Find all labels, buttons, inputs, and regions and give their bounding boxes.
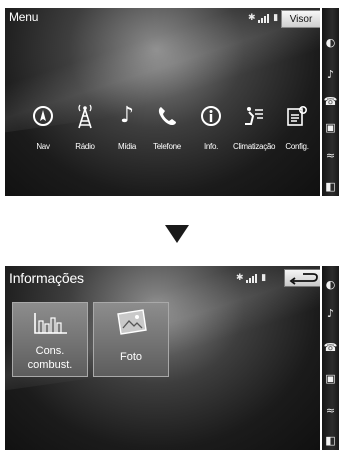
fuel-consumption-tile[interactable]: Cons. combust. xyxy=(12,302,88,377)
visor-button[interactable]: Visor xyxy=(281,10,320,28)
signal-strength-icon xyxy=(246,273,258,283)
menu-item-info[interactable]: Info. xyxy=(191,100,231,160)
settings-icon xyxy=(277,100,317,132)
climate-icon[interactable]: ≈ xyxy=(322,149,339,163)
status-indicators: ✱ ▮ xyxy=(236,273,266,283)
menu-label-radio: Rádio xyxy=(75,142,95,151)
menu-item-radio[interactable]: Rádio xyxy=(65,100,105,160)
bluetooth-icon: ✱ xyxy=(236,273,244,283)
display-icon[interactable]: ◧ xyxy=(322,434,339,448)
menu-label-info: Info. xyxy=(203,142,219,151)
tile-label-foto: Foto xyxy=(119,351,142,363)
info-screen: Informações ✱ ▮ Cons. combust. Foto xyxy=(5,266,320,450)
back-arrow-icon xyxy=(289,273,318,285)
radio-tower-icon xyxy=(65,100,105,132)
side-rail-top: ◐ ♪ ☎ ▣ ≈ ◧ xyxy=(322,8,339,196)
menu-item-nav[interactable]: Nav xyxy=(23,100,63,160)
tile-label-line2: combust. xyxy=(27,359,73,371)
battery-icon: ▮ xyxy=(261,273,267,283)
phone-icon[interactable]: ☎ xyxy=(322,95,339,109)
music-note-icon[interactable]: ♪ xyxy=(322,307,339,321)
compass-icon xyxy=(23,100,63,132)
menu-screen: Menu ✱ ▮ Visor Nav Rádio ♪ Mídia Telefon… xyxy=(5,8,320,196)
phone-icon[interactable]: ☎ xyxy=(322,341,339,355)
menu-item-phone[interactable]: Telefone xyxy=(147,100,187,160)
climate-icon[interactable]: ≈ xyxy=(322,404,339,418)
menu-item-climate[interactable]: Climatização xyxy=(233,100,276,160)
menu-label-nav: Nav xyxy=(36,142,50,151)
menu-label-media: Mídia xyxy=(117,142,137,151)
photo-tile[interactable]: Foto xyxy=(93,302,169,377)
info-icon xyxy=(191,100,231,132)
display-icon[interactable]: ◧ xyxy=(322,180,339,194)
status-indicators: ✱ ▮ xyxy=(248,13,278,23)
climate-icon xyxy=(233,100,273,132)
music-note-icon: ♪ xyxy=(119,103,135,128)
page-title: Informações xyxy=(9,270,84,286)
menu-item-settings[interactable]: Config. xyxy=(277,100,317,160)
down-arrow-icon xyxy=(165,225,189,243)
signal-strength-icon xyxy=(258,13,270,23)
back-button[interactable] xyxy=(284,269,320,287)
compass-icon[interactable]: ◐ xyxy=(322,278,339,292)
phone-icon xyxy=(147,100,187,132)
compass-icon[interactable]: ◐ xyxy=(322,36,339,50)
bluetooth-icon: ✱ xyxy=(248,13,256,23)
battery-icon: ▮ xyxy=(273,13,279,23)
page-title: Menu xyxy=(9,10,39,24)
menu-label-phone: Telefone xyxy=(153,142,181,151)
menu-item-media[interactable]: ♪ Mídia xyxy=(107,100,147,160)
menu-label-climate: Climatização xyxy=(233,142,276,151)
music-note-icon[interactable]: ♪ xyxy=(322,68,339,82)
picture-icon[interactable]: ▣ xyxy=(322,121,339,135)
menu-label-settings: Config. xyxy=(285,142,309,151)
bar-chart-icon xyxy=(34,313,67,334)
photo-icon xyxy=(117,309,147,335)
side-rail-bottom: ◐ ♪ ☎ ▣ ≈ ◧ xyxy=(322,266,339,450)
picture-icon[interactable]: ▣ xyxy=(322,372,339,386)
tile-label-line1: Cons. xyxy=(35,345,65,357)
